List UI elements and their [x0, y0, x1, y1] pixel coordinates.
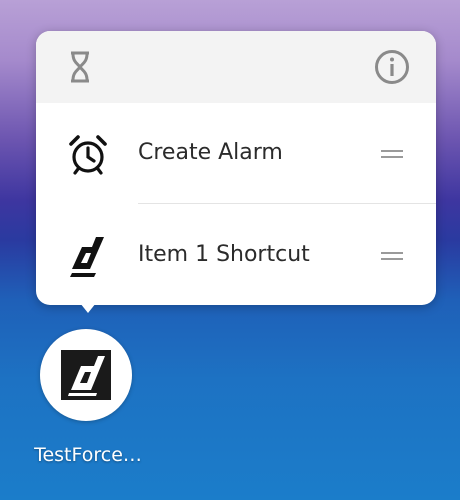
divider: [138, 203, 436, 204]
info-icon[interactable]: [374, 49, 410, 85]
app-label[interactable]: TestForce…: [18, 444, 158, 466]
shortcut-popup: Create Alarm Item 1 Shortcut: [36, 31, 436, 305]
testforce-logo-icon: [61, 350, 111, 400]
alarm-clock-icon: [66, 133, 110, 177]
testforce-logo-icon: [66, 235, 110, 279]
shortcut-item-item-1[interactable]: Item 1 Shortcut: [36, 205, 436, 305]
hourglass-icon[interactable]: [62, 49, 98, 85]
app-icon-testforce[interactable]: [40, 329, 132, 421]
shortcut-label: Item 1 Shortcut: [138, 242, 310, 267]
shortcut-item-create-alarm[interactable]: Create Alarm: [36, 103, 436, 203]
shortcut-label: Create Alarm: [138, 140, 283, 165]
drag-handle-icon[interactable]: [381, 251, 403, 261]
drag-handle-icon[interactable]: [381, 149, 403, 159]
popup-header: [36, 31, 436, 103]
popup-pointer: [80, 303, 96, 313]
